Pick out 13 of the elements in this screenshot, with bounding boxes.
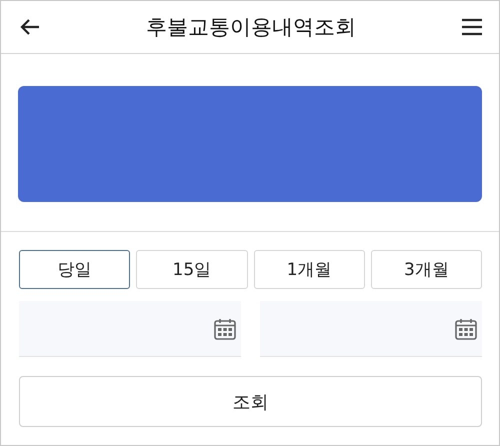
page-title: 후불교통이용내역조회	[146, 14, 356, 41]
menu-icon	[461, 18, 483, 36]
date-field[interactable]	[19, 301, 241, 357]
date-field[interactable]	[260, 301, 482, 357]
period-tab[interactable]: 1개월	[254, 250, 365, 289]
period-tab[interactable]: 15일	[136, 250, 248, 289]
search-button[interactable]: 조회	[19, 376, 482, 427]
back-arrow-icon	[19, 18, 41, 36]
calendar-icon	[214, 318, 236, 340]
period-tab[interactable]: 3개월	[370, 250, 482, 289]
menu-button[interactable]	[459, 16, 485, 38]
period-tab[interactable]: 당일	[19, 250, 130, 289]
calendar-icon	[455, 318, 477, 340]
